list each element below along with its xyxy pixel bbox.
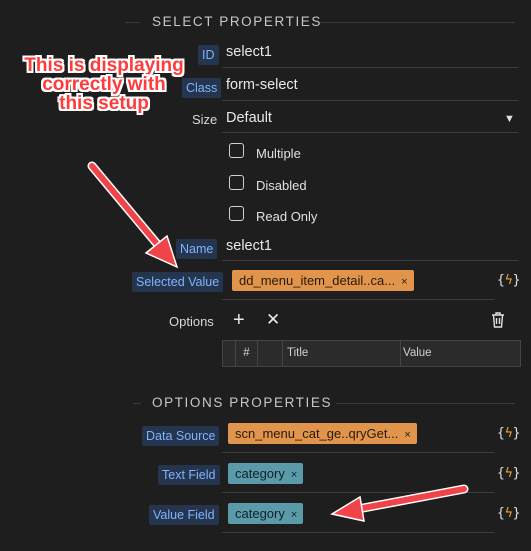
annotation-arrows [87,161,469,522]
arrow-to-value-field [330,484,469,522]
arrow-to-selected-value [87,161,179,269]
